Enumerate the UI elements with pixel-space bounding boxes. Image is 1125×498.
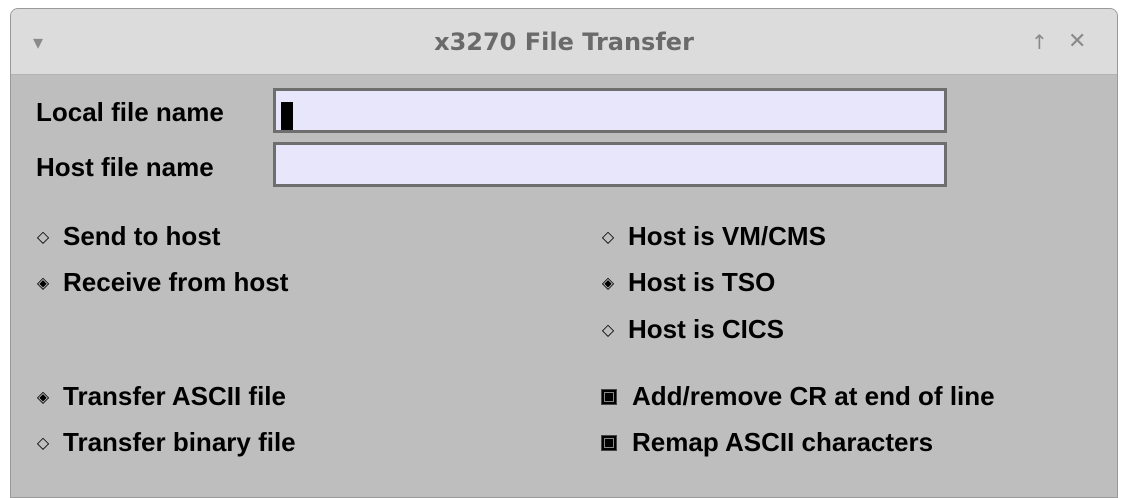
file-transfer-window: ▾ x3270 File Transfer ↑ ✕ Local file nam…	[10, 8, 1118, 498]
radio-host-vm-cms[interactable]: ◇ Host is VM/CMS	[596, 221, 826, 252]
radio-off-icon: ◇	[36, 433, 50, 452]
title-bar: ▾ x3270 File Transfer ↑ ✕	[11, 9, 1117, 75]
radio-send-to-host[interactable]: ◇ Send to host	[31, 221, 221, 252]
radio-transfer-binary[interactable]: ◇ Transfer binary file	[31, 427, 296, 458]
send-to-host-label: Send to host	[63, 221, 221, 251]
radio-host-tso[interactable]: ◈ Host is TSO	[596, 267, 776, 298]
transfer-ascii-label: Transfer ASCII file	[63, 381, 286, 411]
checkbox-checked-icon	[601, 388, 617, 405]
radio-transfer-ascii[interactable]: ◈ Transfer ASCII file	[31, 381, 286, 412]
host-vm-cms-label: Host is VM/CMS	[628, 221, 826, 251]
local-file-label: Local file name	[36, 97, 224, 127]
checkbox-remap-ascii[interactable]: Remap ASCII characters	[596, 427, 933, 458]
radio-on-icon: ◈	[601, 273, 615, 292]
radio-off-icon: ◇	[601, 320, 615, 339]
text-cursor	[281, 102, 293, 130]
add-remove-cr-label: Add/remove CR at end of line	[632, 381, 995, 411]
close-icon[interactable]: ✕	[1068, 9, 1086, 75]
maximize-icon[interactable]: ↑	[1031, 9, 1048, 75]
remap-ascii-label: Remap ASCII characters	[632, 427, 934, 457]
host-file-label: Host file name	[36, 152, 214, 182]
radio-host-cics[interactable]: ◇ Host is CICS	[596, 314, 784, 345]
host-file-input[interactable]	[273, 142, 947, 187]
radio-off-icon: ◇	[36, 227, 50, 246]
radio-off-icon: ◇	[601, 227, 615, 246]
radio-on-icon: ◈	[36, 273, 50, 292]
transfer-binary-label: Transfer binary file	[63, 427, 296, 457]
receive-from-host-label: Receive from host	[63, 267, 289, 297]
radio-on-icon: ◈	[36, 387, 50, 406]
checkbox-add-remove-cr[interactable]: Add/remove CR at end of line	[596, 381, 995, 412]
radio-receive-from-host[interactable]: ◈ Receive from host	[31, 267, 289, 298]
checkbox-checked-icon	[601, 434, 617, 451]
local-file-input[interactable]	[273, 88, 947, 133]
host-cics-label: Host is CICS	[628, 314, 785, 344]
host-tso-label: Host is TSO	[628, 267, 776, 297]
window-title: x3270 File Transfer	[434, 28, 694, 56]
